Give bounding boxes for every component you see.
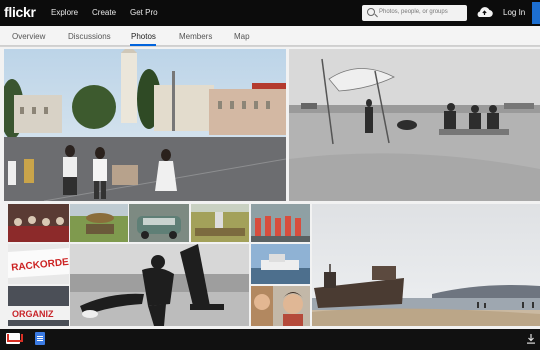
photo-group-parade[interactable] [251,204,310,242]
search-input[interactable]: Photos, people, or groups [362,5,467,21]
tab-discussions[interactable]: Discussions [68,32,111,41]
active-tab-underline [130,44,156,46]
photo-beach-bw[interactable] [289,49,540,201]
nav-explore[interactable]: Explore [51,8,78,17]
download-icon[interactable] [527,334,535,344]
tab-members[interactable]: Members [179,32,212,41]
flickr-logo[interactable]: flickr [4,4,36,20]
gmail-icon[interactable] [6,333,20,344]
group-subnav: Overview Discussions Photos Members Map [0,26,540,46]
search-icon [367,8,375,16]
photo-protest-banner[interactable]: RACKORDE [8,244,69,284]
tab-map[interactable]: Map [234,32,250,41]
tab-overview[interactable]: Overview [12,32,45,41]
top-bar: flickr Explore Create Get Pro Photos, pe… [0,0,540,26]
photo-field-cart[interactable] [70,204,128,242]
cloud-upload-icon[interactable] [476,7,493,18]
photo-portraits[interactable] [251,286,310,326]
photo-shipwreck[interactable] [312,204,540,326]
sign-up-button-edge[interactable] [532,2,540,24]
nav-create[interactable]: Create [92,8,116,17]
protest-banner-2-text: ORGANIZ [12,309,54,319]
photo-protest-crowd[interactable]: ORGANIZ [8,286,69,326]
search-placeholder: Photos, people, or groups [379,9,448,15]
photo-crowd-red[interactable] [8,204,69,242]
photo-street-square[interactable] [4,49,286,201]
photo-harbor-boat[interactable] [251,244,310,284]
nav-get-pro[interactable]: Get Pro [130,8,158,17]
docs-icon[interactable] [35,332,45,345]
photo-children-bw[interactable] [70,244,249,326]
tab-photos[interactable]: Photos [131,32,156,41]
photo-grid: RACKORDE ORGANIZ [0,47,540,329]
screen: flickr Explore Create Get Pro Photos, pe… [0,0,540,350]
photo-harvest[interactable] [191,204,249,242]
login-link[interactable]: Log In [503,8,525,17]
photo-vintage-car[interactable] [129,204,189,242]
os-taskbar [0,329,540,350]
